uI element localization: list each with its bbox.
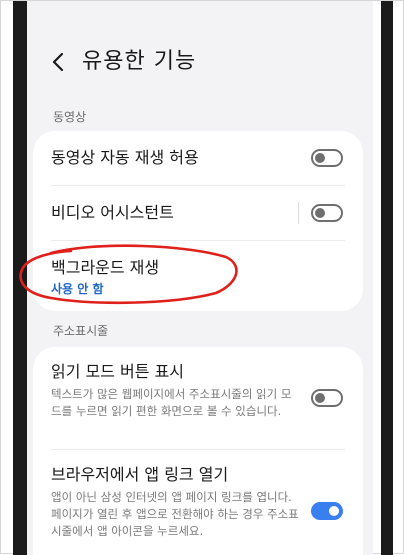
setting-row-reading-mode[interactable]: 읽기 모드 버튼 표시 텍스트가 많은 웹페이지에서 주소표시줄의 읽기 모드를… (33, 347, 363, 449)
setting-title: 동영상 자동 재생 허용 (51, 148, 199, 167)
section-label-video: 동영상 (53, 110, 87, 124)
setting-value: 사용 안 함 (51, 282, 104, 296)
toggle-knob (315, 393, 325, 403)
chevron-left-icon (52, 52, 64, 72)
page-title: 유용한 기능 (82, 49, 197, 74)
reading-mode-toggle[interactable] (311, 389, 343, 407)
autoplay-toggle[interactable] (311, 149, 343, 167)
setting-description: 텍스트가 많은 웹페이지에서 주소표시줄의 읽기 모드를 누르면 읽기 편한 화… (51, 387, 292, 418)
screenshot-frame: 유용한 기능 동영상 동영상 자동 재생 허용 비디오 어시스턴트 백그라운드 … (0, 0, 404, 555)
setting-row-video-assistant[interactable]: 비디오 어시스턴트 (33, 186, 363, 240)
setting-title: 백그라운드 재생 (51, 258, 160, 277)
setting-title: 브라우저에서 앱 링크 열기 (51, 465, 229, 484)
video-assistant-toggle[interactable] (311, 204, 343, 222)
setting-row-background-play[interactable]: 백그라운드 재생 사용 안 함 (33, 241, 363, 311)
right-bezel (381, 1, 393, 555)
back-button[interactable] (45, 47, 73, 77)
app-links-toggle[interactable] (311, 502, 343, 520)
phone-screen: 유용한 기능 동영상 동영상 자동 재생 허용 비디오 어시스턴트 백그라운드 … (27, 1, 373, 555)
setting-title: 비디오 어시스턴트 (51, 203, 174, 222)
page-header: 유용한 기능 (27, 41, 373, 85)
watermark: 유용한 생활정보 · rusoiy.com (137, 534, 294, 548)
setting-title: 읽기 모드 버튼 표시 (51, 362, 185, 381)
vertical-separator (298, 202, 299, 224)
left-bezel (13, 1, 27, 555)
video-settings-card: 동영상 자동 재생 허용 비디오 어시스턴트 백그라운드 재생 사용 안 함 (33, 131, 363, 311)
address-bar-settings-card: 읽기 모드 버튼 표시 텍스트가 많은 웹페이지에서 주소표시줄의 읽기 모드를… (33, 347, 363, 555)
setting-row-autoplay[interactable]: 동영상 자동 재생 허용 (33, 131, 363, 185)
toggle-knob (329, 506, 339, 516)
toggle-knob (315, 208, 325, 218)
section-label-address-bar: 주소표시줄 (53, 324, 109, 338)
toggle-knob (315, 153, 325, 163)
